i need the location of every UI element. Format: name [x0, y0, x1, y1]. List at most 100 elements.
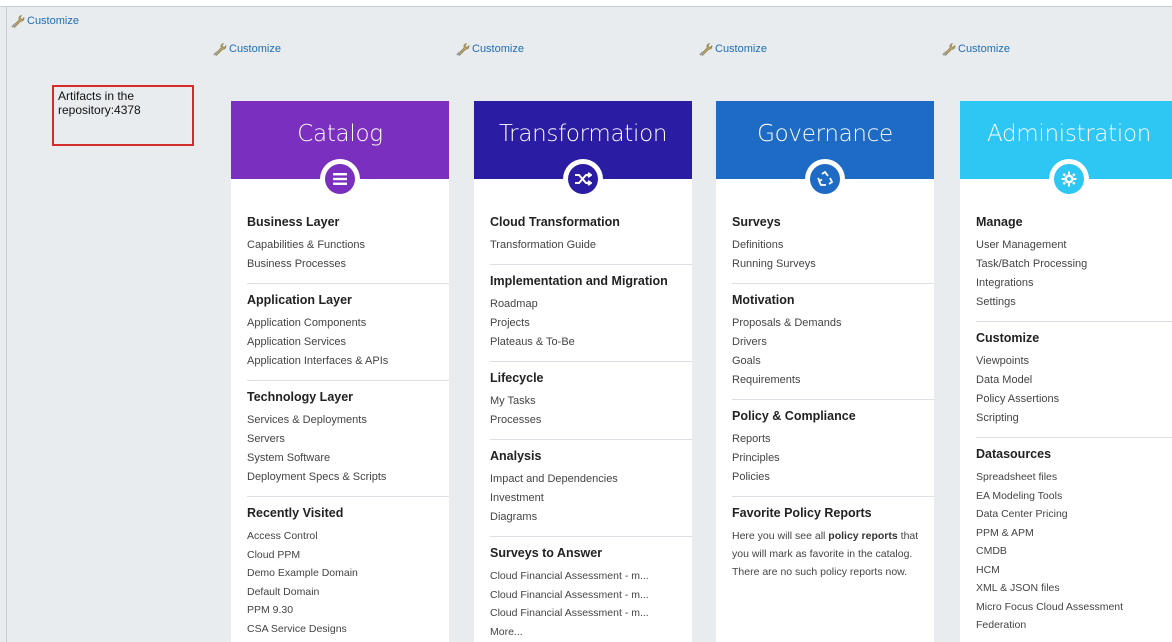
card-body: Cloud Transformation Transformation Guide…	[474, 179, 692, 642]
link-principles[interactable]: Principles	[732, 449, 934, 468]
link-ppm-and-apm[interactable]: PPM & APM	[976, 524, 1172, 543]
link-settings[interactable]: Settings	[976, 293, 1172, 312]
wrench-icon	[10, 14, 26, 28]
customize-label: Customize	[229, 43, 281, 55]
section-lifecycle: Lifecycle My Tasks Processes	[490, 371, 692, 440]
link-cloud-financial-assessment-m[interactable]: Cloud Financial Assessment - m...	[490, 604, 692, 623]
link-projects[interactable]: Projects	[490, 314, 692, 333]
section-title: Motivation	[732, 293, 795, 307]
top-border	[0, 0, 1172, 7]
link-services-and-deployments[interactable]: Services & Deployments	[247, 411, 449, 430]
card-header[interactable]: Governance	[716, 101, 934, 199]
link-application-interfaces-and-apis[interactable]: Application Interfaces & APIs	[247, 352, 449, 371]
card-body: Business Layer Capabilities & Functions Bu…	[231, 179, 449, 642]
link-hcm[interactable]: HCM	[976, 561, 1172, 580]
customize-link-governance[interactable]: Customize	[698, 42, 767, 56]
section-title: Lifecycle	[490, 371, 544, 385]
link-application-services[interactable]: Application Services	[247, 333, 449, 352]
link-diagrams[interactable]: Diagrams	[490, 508, 692, 527]
wrench-icon	[212, 42, 228, 56]
link-access-control[interactable]: Access Control	[247, 527, 449, 546]
link-running-surveys[interactable]: Running Surveys	[732, 255, 934, 274]
link-default-domain[interactable]: Default Domain	[247, 583, 449, 602]
link-reports[interactable]: Reports	[732, 430, 934, 449]
section-business-layer: Business Layer Capabilities & Functions Bu…	[247, 215, 449, 284]
card-badge	[805, 159, 845, 199]
menu-lines-icon	[325, 164, 355, 194]
card-administration: Administration Manage User Management Task/…	[960, 101, 1172, 642]
wrench-icon	[698, 42, 714, 56]
link-demo-example-domain[interactable]: Demo Example Domain	[247, 564, 449, 583]
card-header[interactable]: Transformation	[474, 101, 692, 199]
link-investment[interactable]: Investment	[490, 489, 692, 508]
customize-link-page[interactable]: Customize	[10, 14, 79, 28]
link-deployment-specs-and-scripts[interactable]: Deployment Specs & Scripts	[247, 468, 449, 487]
card-badge	[1049, 159, 1089, 199]
link-csa-service-designs[interactable]: CSA Service Designs	[247, 620, 449, 639]
card-title: Administration	[986, 121, 1152, 147]
recycle-icon	[810, 164, 840, 194]
link-user-management[interactable]: User Management	[976, 236, 1172, 255]
section-title: Customize	[976, 331, 1040, 345]
card-title: Catalog	[297, 121, 383, 147]
section-title: Cloud Transformation	[490, 215, 620, 229]
description-emphasis: policy reports	[828, 530, 898, 542]
section-title: Implementation and Migration	[490, 274, 668, 288]
link-system-software[interactable]: System Software	[247, 449, 449, 468]
section-analysis: Analysis Impact and Dependencies Investmen…	[490, 449, 692, 537]
link-drivers[interactable]: Drivers	[732, 333, 934, 352]
link-data-model[interactable]: Data Model	[976, 371, 1172, 390]
section-datasources: Datasources Spreadsheet files EA Modeling …	[976, 447, 1172, 642]
link-viewpoints[interactable]: Viewpoints	[976, 352, 1172, 371]
section-title: Analysis	[490, 449, 542, 463]
link-more[interactable]: More...	[490, 623, 692, 642]
link-policy-assertions[interactable]: Policy Assertions	[976, 390, 1172, 409]
card-badge	[320, 159, 360, 199]
card-transformation: Transformation Cloud Transformation Transf…	[474, 101, 692, 642]
customize-link-administration[interactable]: Customize	[941, 42, 1010, 56]
link-cloud-ppm[interactable]: Cloud PPM	[247, 546, 449, 565]
link-servers[interactable]: Servers	[247, 430, 449, 449]
link-business-processes[interactable]: Business Processes	[247, 255, 449, 274]
link-proposals-and-demands[interactable]: Proposals & Demands	[732, 314, 934, 333]
link-capabilities-and-functions[interactable]: Capabilities & Functions	[247, 236, 449, 255]
section-favorite-policy-reports: Favorite Policy Reports Here you will see…	[732, 506, 934, 590]
section-title: Manage	[976, 215, 1023, 229]
link-requirements[interactable]: Requirements	[732, 371, 934, 390]
link-scripting[interactable]: Scripting	[976, 409, 1172, 428]
section-technology-layer: Technology Layer Services & Deployments Se…	[247, 390, 449, 497]
wrench-icon	[941, 42, 957, 56]
shuffle-icon	[568, 164, 598, 194]
card-header[interactable]: Administration	[960, 101, 1172, 199]
link-cmdb[interactable]: CMDB	[976, 542, 1172, 561]
section-cloud-transformation: Cloud Transformation Transformation Guide	[490, 215, 692, 265]
card-header[interactable]: Catalog	[231, 101, 449, 199]
link-cloud-financial-assessment-m[interactable]: Cloud Financial Assessment - m...	[490, 567, 692, 586]
description-text: Here you will see all	[732, 530, 829, 542]
section-description: Here you will see all policy reports tha…	[732, 527, 934, 581]
link-integrations[interactable]: Integrations	[976, 274, 1172, 293]
section-title: Favorite Policy Reports	[732, 506, 872, 520]
link-my-tasks[interactable]: My Tasks	[490, 392, 692, 411]
link-transformation-guide[interactable]: Transformation Guide	[490, 236, 692, 255]
link-goals[interactable]: Goals	[732, 352, 934, 371]
link-data-center-pricing[interactable]: Data Center Pricing	[976, 505, 1172, 524]
link-cloud-financial-assessment-m[interactable]: Cloud Financial Assessment - m...	[490, 586, 692, 605]
customize-link-transformation[interactable]: Customize	[455, 42, 524, 56]
link-processes[interactable]: Processes	[490, 411, 692, 430]
link-impact-and-dependencies[interactable]: Impact and Dependencies	[490, 470, 692, 489]
link-policies[interactable]: Policies	[732, 468, 934, 487]
link-task-batch-processing[interactable]: Task/Batch Processing	[976, 255, 1172, 274]
link-spreadsheet-files[interactable]: Spreadsheet files	[976, 468, 1172, 487]
link-application-components[interactable]: Application Components	[247, 314, 449, 333]
link-micro-focus-cloud-assessment[interactable]: Micro Focus Cloud Assessment	[976, 598, 1172, 617]
link-roadmap[interactable]: Roadmap	[490, 295, 692, 314]
link-ea-modeling-tools[interactable]: EA Modeling Tools	[976, 487, 1172, 506]
link-plateaus-and-to-be[interactable]: Plateaus & To-Be	[490, 333, 692, 352]
link-xml-and-json-files[interactable]: XML & JSON files	[976, 579, 1172, 598]
link-definitions[interactable]: Definitions	[732, 236, 934, 255]
customize-link-catalog[interactable]: Customize	[212, 42, 281, 56]
card-catalog: Catalog Business Layer Capabilities & Func…	[231, 101, 449, 642]
link-ppm-9-30[interactable]: PPM 9.30	[247, 601, 449, 620]
link-federation[interactable]: Federation	[976, 616, 1172, 635]
